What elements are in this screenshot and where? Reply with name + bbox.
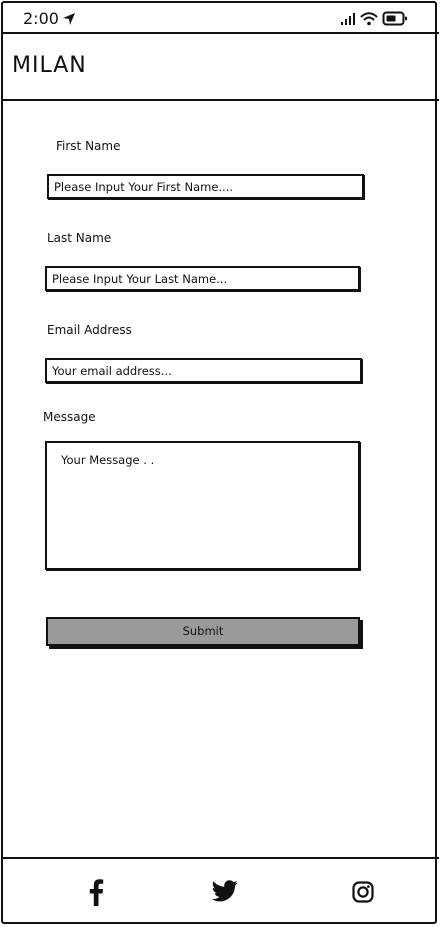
battery-icon [382,11,407,26]
first-name-label: First Name [56,139,121,153]
app-title: MILAN [12,53,87,78]
instagram-icon[interactable] [352,881,374,903]
email-label: Email Address [47,323,132,337]
last-name-label: Last Name [47,231,112,245]
status-time: 2:00 [23,9,59,28]
location-arrow-icon [63,13,75,25]
last-name-placeholder: Please Input Your Last Name... [52,272,228,286]
signal-icon [341,13,355,25]
status-bar: 2:00 [0,0,440,36]
app-header: MILAN [1,32,439,101]
submit-button[interactable]: Submit [46,617,360,646]
message-label: Message [43,410,96,424]
bottom-nav [1,857,439,925]
twitter-icon[interactable] [212,880,238,902]
message-placeholder: Your Message . . [61,453,155,467]
first-name-placeholder: Please Input Your First Name.... [54,180,234,194]
message-textarea[interactable]: Your Message . . [45,441,360,570]
email-placeholder: Your email address... [52,364,172,378]
facebook-icon[interactable] [88,878,104,906]
last-name-input[interactable]: Please Input Your Last Name... [45,266,360,291]
wifi-icon [360,12,378,26]
first-name-input[interactable]: Please Input Your First Name.... [47,174,364,199]
email-input[interactable]: Your email address... [45,358,362,383]
